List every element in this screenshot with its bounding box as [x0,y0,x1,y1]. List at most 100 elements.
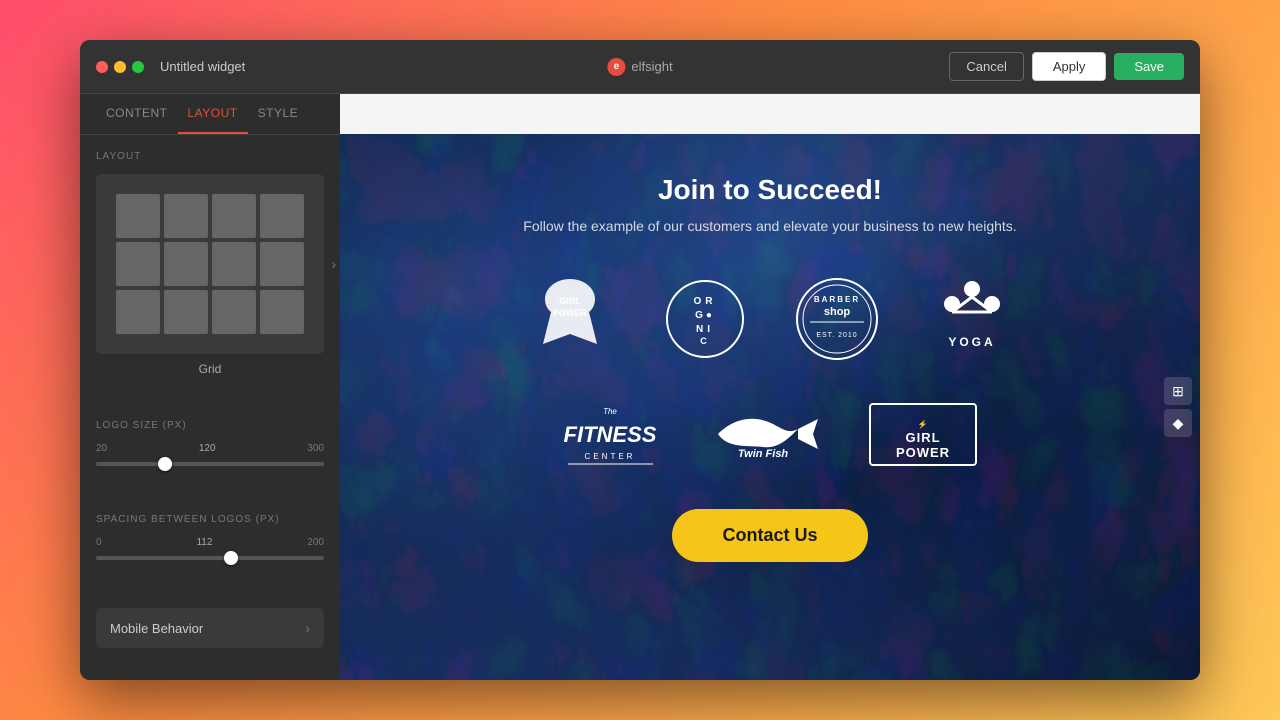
spacing-track[interactable] [96,556,324,560]
logo-yoga: YOGA [930,274,1015,364]
desktop-icon[interactable]: ⊞ [1164,377,1192,405]
svg-text:G●: G● [695,310,715,321]
preview-area: Join to Succeed! Follow the example of o… [340,94,1200,680]
grid-cell [116,290,160,334]
tab-layout[interactable]: LAYOUT [178,94,248,134]
grid-cell [164,290,208,334]
minimize-button[interactable] [114,61,126,73]
layout-section-label: LAYOUT [96,151,324,162]
preview-toolbar [340,94,1200,134]
sidebar: CONTENT LAYOUT STYLE LAYOUT [80,94,340,680]
mobile-behavior-section: Mobile Behavior › [80,592,340,680]
apply-button[interactable]: Apply [1032,52,1107,81]
logo-size-label: LOGO SIZE (PX) [96,420,324,431]
elfsight-icon: e [607,58,625,76]
titlebar-actions: Cancel Apply Save [949,52,1184,81]
girl-power-svg: GIRL POWER [525,274,615,364]
svg-text:CENTER: CENTER [584,452,635,461]
preview-subtext: Follow the example of our customers and … [523,218,1016,234]
main-area: CONTENT LAYOUT STYLE LAYOUT [80,94,1200,680]
fitness-svg: The FITNESS CENTER [563,394,658,474]
titlebar: Untitled widget e elfsight Cancel Apply … [80,40,1200,94]
svg-text:C: C [700,336,710,346]
spacing-min: 0 [96,537,102,548]
logo-size-max: 300 [307,443,324,454]
spacing-label: SPACING BETWEEN LOGOS (PX) [96,514,324,525]
chevron-right-icon: › [305,620,310,636]
layout-section: LAYOUT [80,135,340,404]
spacing-value: 112 [196,537,212,548]
logo-girl-power: GIRL POWER [525,274,615,364]
organic-svg: OR G● NI C [665,274,745,364]
traffic-lights [96,61,144,73]
svg-text:OR: OR [694,296,717,307]
grid-cell [116,194,160,238]
grid-cell [260,242,304,286]
logo-size-thumb[interactable] [158,457,172,471]
svg-text:BARBER: BARBER [814,295,860,304]
twin-fish-svg: Twin Fish [708,399,818,469]
svg-text:NI: NI [696,324,714,335]
girl-power2-svg: ⚡ GIRL POWER [868,402,978,467]
svg-text:Twin Fish: Twin Fish [737,448,788,460]
svg-text:The: The [603,407,617,416]
elfsight-label: elfsight [631,59,672,74]
logo-barber: BARBER shop EST. 2010 [795,277,880,362]
contact-us-button[interactable]: Contact Us [672,509,867,562]
logo-organic: OR G● NI C [665,274,745,364]
logo-girl-power2: ⚡ GIRL POWER [868,402,978,467]
save-button[interactable]: Save [1114,53,1184,80]
mobile-behavior-row[interactable]: Mobile Behavior › [96,608,324,648]
paint-icon[interactable]: ◆ [1164,409,1192,437]
logo-size-min: 20 [96,443,107,454]
svg-text:FITNESS: FITNESS [563,422,656,447]
preview-inner: Join to Succeed! Follow the example of o… [340,134,1200,680]
grid-cell [212,242,256,286]
yoga-svg: YOGA [930,274,1015,364]
grid-cell [212,290,256,334]
grid-cell [116,242,160,286]
svg-text:EST. 2010: EST. 2010 [816,332,857,339]
layout-type-label: Grid [96,362,324,376]
layout-grid-selector[interactable] [96,174,324,354]
logo-size-track[interactable] [96,462,324,466]
spacing-slider-section: 0 112 200 [96,537,324,560]
svg-text:POWER: POWER [895,445,949,460]
spacing-section: SPACING BETWEEN LOGOS (PX) 0 112 200 [80,498,340,592]
app-window: Untitled widget e elfsight Cancel Apply … [80,40,1200,680]
svg-text:GIRL: GIRL [559,296,581,306]
grid-cell [260,194,304,238]
close-button[interactable] [96,61,108,73]
tab-style[interactable]: STYLE [248,94,309,134]
layout-arrow[interactable]: › [331,256,336,272]
logo-fitness: The FITNESS CENTER [563,394,658,474]
svg-text:⚡: ⚡ [917,419,928,429]
tab-content[interactable]: CONTENT [96,94,178,134]
grid-cell [260,290,304,334]
barber-svg: BARBER shop EST. 2010 [795,277,880,362]
elfsight-logo: e elfsight [607,58,672,76]
svg-text:GIRL: GIRL [905,430,940,445]
preview-heading: Join to Succeed! [658,174,882,206]
mobile-behavior-label: Mobile Behavior [110,621,203,636]
logo-size-slider-section: 20 120 300 [96,443,324,466]
svg-text:POWER: POWER [553,308,588,318]
grid-cell [212,194,256,238]
grid-cell [164,194,208,238]
cancel-button[interactable]: Cancel [949,52,1023,81]
preview-content: Join to Succeed! Follow the example of o… [340,134,1200,680]
slider-header: 20 120 300 [96,443,324,454]
preview-side-icons: ⊞ ◆ [1164,377,1192,437]
svg-text:YOGA: YOGA [948,335,995,349]
spacing-thumb[interactable] [224,551,238,565]
sidebar-tabs: CONTENT LAYOUT STYLE [80,94,340,135]
logo-twin-fish: Twin Fish [708,399,818,469]
logo-size-value: 120 [199,443,216,454]
maximize-button[interactable] [132,61,144,73]
grid-cell [164,242,208,286]
svg-text:shop: shop [824,306,851,318]
widget-title: Untitled widget [160,59,949,74]
spacing-max: 200 [307,537,324,548]
spacing-slider-header: 0 112 200 [96,537,324,548]
logo-size-section: LOGO SIZE (PX) 20 120 300 [80,404,340,498]
